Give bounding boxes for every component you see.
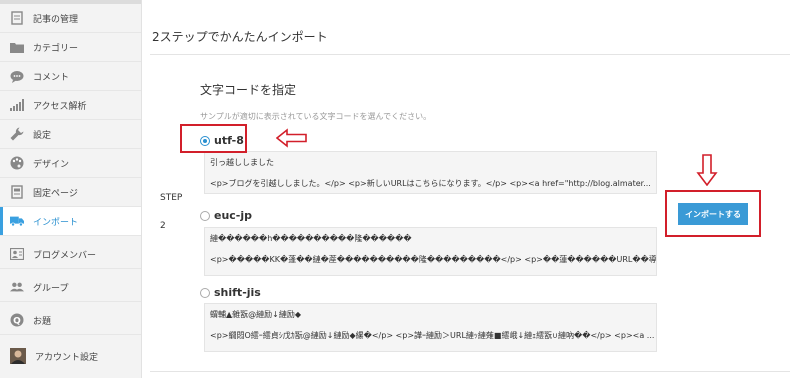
sidebar-item-label: 固定ページ: [33, 188, 78, 199]
page-icon: [10, 185, 24, 199]
truck-icon: [10, 214, 24, 228]
preview-body: <p>ブログを引越ししました。</p> <p>新しいURLはこちらになります。<…: [210, 179, 651, 188]
radio-eucjp[interactable]: [200, 210, 210, 221]
preview-title: 蝟輔▲雜翫@縺励↓縺励◆: [210, 310, 302, 319]
member-card-icon: [10, 247, 24, 261]
sidebar-item-categories[interactable]: カテゴリー: [0, 33, 141, 62]
sidebar-item-label: アクセス解析: [33, 101, 87, 112]
step-number: 2: [160, 221, 166, 231]
sidebar-item-design[interactable]: デザイン: [0, 149, 141, 178]
preview-body: <p>繝悶Ο繧ｰ繧貞ｼ戊ｶ翫@縺励↓縺励◆縲�</p> <p>譁ｰ縺励＞URL縺…: [210, 331, 655, 340]
encoding-label: shift-jis: [214, 286, 261, 299]
encoding-option-shiftjis[interactable]: shift-jis: [200, 286, 261, 299]
sidebar-item-label: アカウント設定: [35, 352, 99, 363]
svg-text:Q: Q: [13, 317, 21, 327]
hint-text: サンプルが適切に表示されている文字コードを選んでください。: [200, 112, 432, 121]
sidebar-item-label: カテゴリー: [33, 43, 79, 54]
preview-eucjp: 縺������h����������隆������ <p>�����KK�蓬��…: [204, 227, 657, 276]
sidebar-item-label: ブログメンバー: [33, 250, 97, 261]
sidebar-item-settings[interactable]: 設定: [0, 120, 141, 149]
avatar: [10, 348, 26, 364]
sidebar-item-import[interactable]: インポート: [0, 207, 141, 236]
folder-icon: [10, 40, 24, 54]
main-content: 2ステップでかんたんインポート 文字コードを指定 サンプルが適切に表示されている…: [150, 0, 800, 378]
encoding-option-eucjp[interactable]: euc-jp: [200, 209, 252, 222]
sidebar-item-articles[interactable]: 記事の管理: [0, 4, 141, 33]
sidebar-item-label: グループ: [33, 283, 69, 294]
annotation-down-arrow-icon: [696, 154, 718, 186]
group-icon: [10, 280, 24, 294]
sidebar-item-topics[interactable]: Q お題: [0, 306, 141, 335]
sidebar-item-label: デザイン: [33, 159, 70, 170]
topic-q-icon: Q: [10, 313, 24, 327]
annotation-left-arrow-icon: [276, 128, 307, 148]
preview-utf8: 引っ越ししました <p>ブログを引越ししました。</p> <p>新しいURLはこ…: [204, 151, 657, 194]
sidebar-item-account-settings[interactable]: アカウント設定: [0, 339, 141, 373]
sidebar-item-label: コメント: [33, 72, 70, 83]
divider: [150, 54, 790, 55]
preview-shiftjis: 蝟輔▲雜翫@縺励↓縺励◆ <p>繝悶Ο繧ｰ繧貞ｼ戊ｶ翫@縺励↓縺励◆縲�</p>…: [204, 303, 657, 352]
sidebar-item-groups[interactable]: グループ: [0, 273, 141, 302]
sidebar-item-blog-members[interactable]: ブログメンバー: [0, 240, 141, 269]
document-icon: [10, 11, 24, 25]
sidebar: 記事の管理 カテゴリー コメント アクセス解析 設定 デザイン 固定ページ イン…: [0, 0, 142, 378]
palette-icon: [10, 156, 24, 170]
annotation-utf8-box: [180, 124, 247, 153]
sidebar-item-fixed-pages[interactable]: 固定ページ: [0, 178, 141, 207]
encoding-label: euc-jp: [214, 209, 253, 222]
page-title: 2ステップでかんたんインポート: [152, 30, 328, 44]
preview-body: <p>�����KK�蓬��縺�蓙����������隆���������</p…: [210, 255, 657, 264]
divider-bottom: [150, 371, 790, 372]
sidebar-item-label: インポート: [33, 217, 79, 228]
preview-title: 引っ越ししました: [210, 158, 274, 167]
import-button[interactable]: インポートする: [678, 203, 748, 225]
radio-shiftjis[interactable]: [200, 287, 210, 298]
bar-chart-icon: [10, 98, 24, 112]
sidebar-item-comments[interactable]: コメント: [0, 62, 141, 91]
sidebar-item-label: 設定: [33, 130, 52, 141]
sidebar-item-label: 記事の管理: [33, 14, 79, 25]
step-label: STEP: [160, 193, 183, 203]
comment-icon: [10, 69, 24, 83]
wrench-icon: [10, 127, 24, 141]
sidebar-item-analytics[interactable]: アクセス解析: [0, 91, 141, 120]
preview-title: 縺������h����������隆������: [210, 234, 412, 243]
section-title: 文字コードを指定: [200, 83, 297, 97]
sidebar-item-label: お題: [33, 316, 52, 327]
